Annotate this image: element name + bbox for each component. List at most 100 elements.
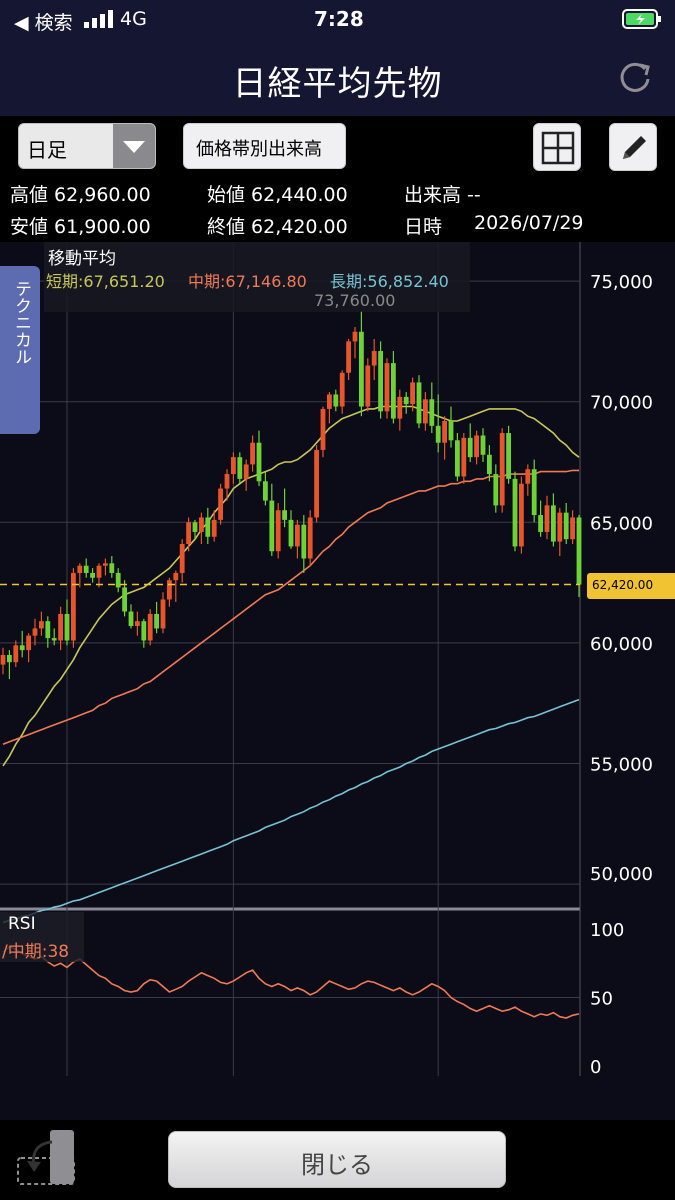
candle-body — [384, 363, 390, 412]
info-open: 始値 62,440.00 — [207, 184, 348, 206]
info-close: 終値 62,420.00 — [207, 216, 348, 238]
candle-body — [525, 469, 531, 484]
candle-body — [467, 437, 473, 458]
candle-body — [51, 638, 57, 641]
candle-body — [109, 563, 115, 573]
candle-body — [135, 621, 140, 627]
candle-body — [275, 510, 281, 552]
price-tick-label: 60,000 — [590, 634, 653, 655]
battery-icon — [622, 8, 662, 34]
candle-body — [32, 628, 38, 636]
candle-body — [295, 524, 300, 547]
candle-body — [320, 408, 326, 450]
candle-body — [154, 613, 159, 629]
candle-body — [461, 437, 467, 477]
candle-body — [493, 474, 499, 506]
candle-body — [352, 331, 358, 342]
last-price-value: 62,420.00 — [592, 578, 654, 592]
candle-body — [256, 442, 262, 482]
candle-body — [538, 515, 543, 532]
ma-short-value: 短期:67,651.20 — [46, 272, 165, 291]
period-select[interactable]: 日足 — [18, 123, 156, 169]
info-high: 高値 62,960.00 — [10, 184, 151, 206]
candle-body — [71, 572, 76, 641]
price-chart[interactable]: 50,00055,00060,00065,00070,00075,00005/0… — [0, 242, 675, 1077]
draw-button[interactable] — [609, 123, 657, 171]
candle-body — [122, 587, 127, 612]
candle-body — [167, 580, 172, 600]
candle-body — [531, 469, 537, 516]
rsi-tick-label: 0 — [590, 1057, 601, 1077]
candle-body — [371, 351, 377, 366]
candle-body — [199, 517, 204, 532]
candle-body — [442, 420, 447, 443]
candle-body — [576, 517, 582, 585]
candle-body — [327, 394, 332, 409]
candle-body — [0, 654, 6, 665]
candle-body — [403, 396, 409, 405]
ma-legend-title: 移動平均 — [48, 249, 116, 269]
close-button[interactable]: 閉じる — [168, 1131, 506, 1188]
candle-body — [192, 522, 198, 532]
volume-by-price-button[interactable]: 価格帯別出来高 — [183, 123, 346, 169]
rotate-screen-button[interactable] — [16, 1128, 76, 1186]
nav-bar: 日経平均先物 — [0, 38, 675, 116]
candle-body — [365, 365, 371, 407]
network-type: 4G — [120, 8, 147, 30]
rsi-legend: RSI /中期:38 — [0, 912, 84, 962]
candle-body — [570, 517, 575, 540]
candle-body — [339, 372, 345, 407]
candle-body — [391, 363, 396, 419]
candle-body — [45, 621, 51, 639]
ma-long-value: 長期:56,852.40 — [330, 272, 449, 291]
price-tick-label: 75,000 — [590, 272, 653, 293]
candle-body — [269, 500, 275, 552]
price-tick-label: 50,000 — [590, 864, 653, 885]
candle-body — [346, 341, 351, 373]
candle-body — [128, 611, 134, 627]
rsi-panel — [0, 912, 580, 1076]
chevron-down-icon — [113, 124, 155, 168]
candle-body — [333, 394, 339, 407]
candle-body — [314, 449, 319, 518]
candle-body — [205, 517, 211, 537]
candle-body — [77, 565, 83, 573]
candle-body — [224, 474, 230, 489]
candle-body — [58, 613, 63, 641]
candle-body — [96, 565, 102, 578]
status-bar: ◀ 検索 4G 7:28 — [0, 0, 675, 38]
candle-body — [90, 572, 95, 578]
candle-body — [557, 512, 563, 542]
price-tick-label: 70,000 — [590, 393, 653, 414]
candle-body — [544, 505, 550, 532]
candle-body — [218, 488, 223, 520]
candle-body — [288, 519, 294, 547]
candle-body — [179, 544, 185, 573]
back-to-search-link[interactable]: ◀ 検索 — [14, 8, 73, 35]
pencil-icon — [623, 136, 646, 159]
candle-body — [435, 425, 441, 443]
candle-body — [429, 399, 435, 426]
candle-body — [307, 517, 313, 559]
candle-body — [26, 635, 31, 651]
rsi-tick-label: 100 — [590, 920, 624, 941]
candle-body — [416, 382, 422, 424]
candle-body — [231, 457, 236, 475]
page-title: 日経平均先物 — [232, 64, 443, 104]
volume-by-price-label: 価格帯別出来高 — [196, 139, 322, 160]
candle-body — [512, 478, 518, 547]
info-date-label: 日時 — [404, 216, 443, 238]
technical-tab[interactable]: テクニカル — [0, 266, 40, 434]
refresh-icon[interactable] — [617, 59, 653, 99]
candle-body — [499, 433, 505, 506]
technical-tab-label: テクニカル — [11, 280, 31, 365]
candle-body — [506, 433, 511, 479]
candle-body — [64, 613, 70, 641]
candle-body — [474, 435, 479, 458]
layout-grid-button[interactable] — [533, 123, 581, 171]
rsi-mid-value: /中期:38 — [2, 942, 70, 962]
close-button-label: 閉じる — [301, 1151, 373, 1179]
candle-body — [147, 613, 153, 641]
candle-body — [519, 483, 524, 547]
period-select-value: 日足 — [27, 138, 67, 162]
